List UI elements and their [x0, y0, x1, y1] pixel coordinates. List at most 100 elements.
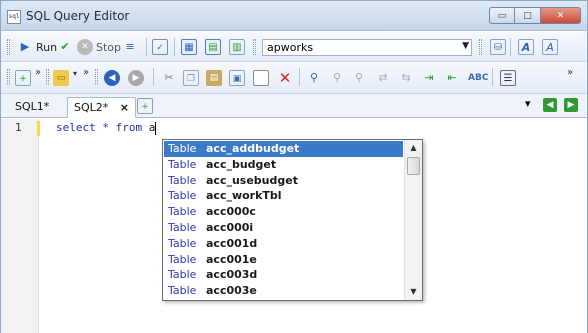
scrollbar-thumb[interactable]: [407, 157, 420, 175]
autocomplete-item[interactable]: Table acc_workTbl: [164, 188, 403, 204]
item-kind: Table: [168, 142, 197, 155]
forward-button[interactable]: ▶: [128, 69, 144, 87]
toolbar-grip[interactable]: [253, 39, 256, 55]
new-query-button[interactable]: +: [15, 69, 31, 87]
edit-toolbar: + » ▭ ▾ » ◀ ▶ ✂ ❐ ▤ ▣ ✕ ⚲ ⚲ ⚲ ⇄ ⇆ ⇥ ⇤ AB…: [1, 62, 587, 94]
overflow-icon[interactable]: »: [35, 67, 41, 78]
find-next-button[interactable]: ⚲: [329, 69, 345, 87]
autocomplete-item[interactable]: Table acc001e: [164, 252, 403, 268]
format-button[interactable]: ≡: [122, 38, 138, 56]
clear-button[interactable]: [253, 69, 269, 87]
autocomplete-popup[interactable]: Table acc_addbudget Table acc_budget Table ac…: [162, 139, 423, 301]
toolbar-grip[interactable]: [46, 69, 49, 85]
outdent-button[interactable]: ⇤: [444, 69, 460, 87]
stop-button[interactable]: ✕ Stop: [77, 38, 121, 56]
autocomplete-item[interactable]: Table: [164, 299, 403, 301]
autocomplete-item[interactable]: Table acc003e: [164, 283, 403, 299]
connection-value: apworks: [267, 41, 314, 54]
maximize-button[interactable]: □: [515, 7, 541, 24]
separator: [510, 38, 511, 56]
paste-icon: ▤: [206, 70, 222, 86]
autocomplete-list[interactable]: Table acc_addbudget Table acc_budget Table ac…: [164, 141, 403, 301]
form-view-button[interactable]: ▥: [229, 38, 245, 56]
item-kind: Table: [168, 205, 197, 219]
text-grid-icon: ▤: [205, 39, 221, 55]
item-name: acc001e: [206, 252, 257, 266]
magnifier-icon: ⚲: [309, 71, 319, 84]
separator: [153, 68, 154, 86]
commit-button[interactable]: ✔: [57, 38, 73, 56]
code-line[interactable]: select * from a: [56, 121, 157, 135]
item-name: acc_workTbl: [206, 189, 282, 203]
new-tab-button[interactable]: +: [137, 97, 153, 115]
text-view-button[interactable]: ▤: [205, 38, 221, 56]
item-kind: Table: [168, 236, 197, 250]
tab-sql2[interactable]: SQL2* ×: [67, 97, 136, 118]
explain-button[interactable]: ✓: [152, 38, 168, 56]
scroll-down-icon[interactable]: ▼: [405, 285, 422, 299]
scroll-up-icon[interactable]: ▲: [405, 141, 422, 155]
blank-page-icon: [253, 70, 269, 86]
toolbar-grip[interactable]: [479, 39, 482, 55]
tab-label: SQL2*: [74, 101, 109, 114]
paste-special-button[interactable]: ▣: [229, 69, 245, 87]
replace-icon: ⇄: [378, 71, 388, 84]
autocomplete-item[interactable]: Table acc_usebudget: [164, 173, 403, 189]
item-name: acc_budget: [206, 157, 277, 171]
paste-button[interactable]: ▤: [206, 69, 222, 87]
indent-button[interactable]: ⇥: [421, 69, 437, 87]
find-all-button[interactable]: ⚲: [351, 69, 367, 87]
item-name: acc000c: [206, 205, 256, 219]
separator: [174, 38, 175, 56]
autocomplete-item[interactable]: Table acc_addbudget: [164, 141, 403, 157]
sql-assist-button[interactable]: ABC: [468, 69, 488, 87]
autocomplete-item[interactable]: Table acc000i: [164, 220, 403, 236]
minimize-button[interactable]: ▭: [489, 7, 515, 24]
current-line-marker: [37, 121, 40, 136]
stop-label: Stop: [96, 40, 122, 54]
new-file-icon: +: [15, 70, 31, 86]
autocomplete-item[interactable]: Table acc000c: [164, 204, 403, 220]
overflow-icon[interactable]: »: [83, 67, 89, 78]
font-size-button[interactable]: A: [542, 38, 558, 56]
font-button[interactable]: A: [518, 38, 534, 56]
replace-all-button[interactable]: ⇆: [398, 69, 414, 87]
cut-button[interactable]: ✂: [161, 69, 177, 87]
toolbar-grip[interactable]: [95, 69, 98, 85]
run-button[interactable]: ▶ Run: [17, 38, 57, 56]
close-button[interactable]: ✕: [541, 7, 581, 24]
item-name: acc003e: [206, 284, 257, 298]
next-tab-button[interactable]: ▶: [564, 98, 578, 112]
new-tab-icon: +: [137, 98, 153, 114]
previous-tab-button[interactable]: ◀: [543, 98, 557, 112]
delete-button[interactable]: ✕: [277, 69, 293, 87]
autocomplete-scrollbar[interactable]: ▲ ▼: [404, 140, 422, 300]
database-button[interactable]: ⛁: [490, 38, 506, 56]
options-button[interactable]: ☰: [500, 69, 516, 87]
database-icon: ⛁: [490, 39, 506, 55]
copy-button[interactable]: ❐: [183, 69, 199, 87]
autocomplete-item[interactable]: Table acc001d: [164, 236, 403, 252]
copy-icon: ❐: [183, 70, 199, 86]
replace-button[interactable]: ⇄: [375, 69, 391, 87]
grid-icon: ▦: [181, 39, 197, 55]
back-button[interactable]: ◀: [104, 69, 120, 87]
overflow-icon[interactable]: »: [567, 67, 573, 78]
chevron-down-icon[interactable]: ▾: [73, 69, 77, 78]
tab-list-dropdown[interactable]: ▾: [525, 97, 531, 110]
autocomplete-item[interactable]: Table acc_budget: [164, 157, 403, 173]
item-kind: Table: [168, 299, 206, 301]
tab-sql1[interactable]: SQL1*: [9, 97, 55, 118]
close-tab-icon[interactable]: ×: [120, 101, 129, 114]
title-bar: sql SQL Query Editor ▭ □ ✕: [1, 1, 587, 31]
find-button[interactable]: ⚲: [306, 69, 322, 87]
separator: [299, 68, 300, 86]
line-number: 1: [15, 121, 22, 134]
connection-dropdown[interactable]: apworks ▼: [262, 39, 472, 56]
toolbar-grip[interactable]: [7, 69, 10, 85]
grid-view-button[interactable]: ▦: [181, 38, 197, 56]
checkmark-icon: ✔: [60, 40, 70, 53]
toolbar-grip[interactable]: [7, 39, 10, 55]
open-file-button[interactable]: ▭: [53, 69, 69, 87]
autocomplete-item[interactable]: Table acc003d: [164, 267, 403, 283]
